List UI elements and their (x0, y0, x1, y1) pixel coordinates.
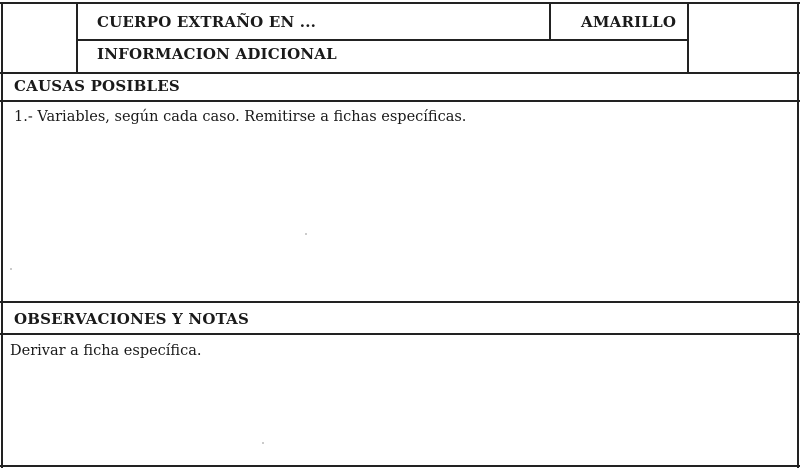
header-left-divider (76, 2, 78, 74)
header-color-label: AMARILLO (581, 13, 677, 31)
causes-heading-rule (0, 100, 800, 102)
top-border (0, 2, 800, 4)
scan-speck (262, 442, 264, 444)
causes-heading: CAUSAS POSIBLES (14, 77, 180, 95)
header-bottom-rule (0, 72, 800, 74)
header-mid-rule (76, 39, 689, 41)
header-subtitle: INFORMACION ADICIONAL (97, 45, 337, 63)
notes-heading-rule (0, 333, 800, 335)
notes-top-rule (0, 301, 800, 303)
form-card: CUERPO EXTRAÑO EN ... AMARILLO INFORMACI… (0, 0, 800, 468)
header-title: CUERPO EXTRAÑO EN ... (97, 13, 317, 31)
bottom-border (0, 465, 800, 467)
notes-text: Derivar a ficha específica. (10, 343, 202, 359)
scan-speck (10, 268, 12, 270)
causes-item: 1.- Variables, según cada caso. Remitirs… (14, 109, 467, 125)
header-title-divider (549, 2, 551, 40)
notes-heading: OBSERVACIONES Y NOTAS (14, 310, 249, 328)
header-right-divider (687, 2, 689, 74)
scan-speck (305, 233, 307, 235)
